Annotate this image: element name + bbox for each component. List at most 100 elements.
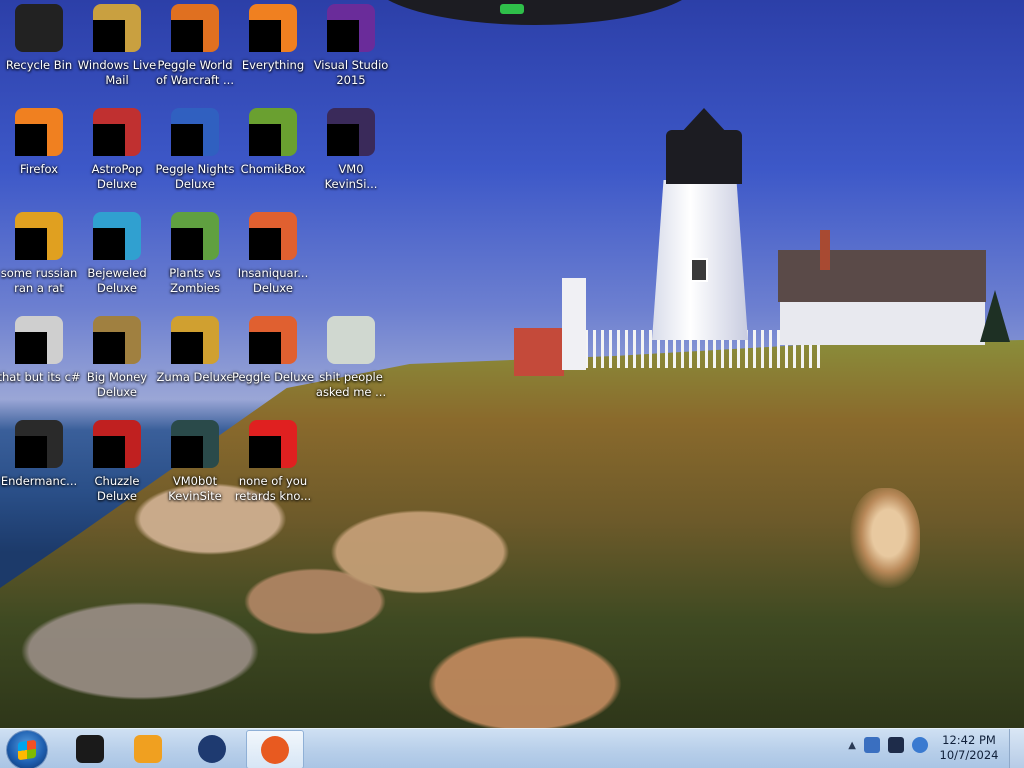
redaction-box xyxy=(171,332,203,364)
app-icon xyxy=(15,4,63,52)
desktop-icon[interactable]: Plants vs Zombies xyxy=(156,212,234,308)
desktop-icon[interactable]: VM0b0t KevinSite xyxy=(156,420,234,516)
app-icon xyxy=(171,420,219,468)
taskbar-button-globe[interactable] xyxy=(184,730,240,767)
desktop-icon[interactable]: shit people asked me ... xyxy=(312,316,390,412)
desktop[interactable]: Recycle Bin Windows Live Mail Peggle World… xyxy=(0,0,1024,768)
hamster-pet[interactable] xyxy=(850,488,920,588)
desktop-icon[interactable]: VM0 KevinSi... xyxy=(312,108,390,204)
app-icon xyxy=(93,4,141,52)
redaction-box xyxy=(15,332,47,364)
wallpaper-small-tower xyxy=(562,278,586,370)
app-icon xyxy=(327,108,375,156)
app-icon xyxy=(171,316,219,364)
top-dock-notch xyxy=(370,0,700,25)
app-icon xyxy=(171,4,219,52)
wallpaper-chimney xyxy=(820,230,830,270)
desktop-icon-label: Firefox xyxy=(19,162,59,176)
chevron-up-icon[interactable]: ▲ xyxy=(848,740,856,751)
desktop-icon-label: Windows Live Mail xyxy=(77,58,157,87)
wallpaper-lighthouse-top xyxy=(666,130,742,184)
system-tray: ▲ xyxy=(848,737,928,753)
desktop-icon[interactable]: Bejeweled Deluxe xyxy=(78,212,156,308)
redaction-box xyxy=(93,20,125,52)
desktop-icon-label: Everything xyxy=(241,58,305,72)
wallpaper-lighthouse-cap xyxy=(680,108,728,134)
top-dock-indicator xyxy=(500,4,524,14)
desktop-icon-label: Zuma Deluxe xyxy=(156,370,234,384)
app-icon xyxy=(15,212,63,260)
desktop-icon[interactable]: ChomikBox xyxy=(234,108,312,204)
system-clock[interactable]: 12:42 PM 10/7/2024 xyxy=(936,733,1002,763)
desktop-icon[interactable]: Peggle Nights Deluxe xyxy=(155,108,235,204)
app-icon xyxy=(93,212,141,260)
app-icon xyxy=(171,108,219,156)
redaction-box xyxy=(327,124,359,156)
desktop-icon[interactable]: Recycle Bin xyxy=(0,4,78,100)
redaction-box xyxy=(249,20,281,52)
redaction-box xyxy=(171,436,203,468)
redaction-box xyxy=(15,124,47,156)
app-icon xyxy=(249,316,297,364)
app-icon xyxy=(249,108,297,156)
desktop-icon[interactable]: AstroPop Deluxe xyxy=(78,108,156,204)
desktop-icon[interactable]: Firefox xyxy=(0,108,78,204)
redaction-box xyxy=(171,20,203,52)
desktop-icon-label: shit people asked me ... xyxy=(315,370,387,399)
folder-icon xyxy=(76,734,104,763)
globe-icon xyxy=(198,734,226,763)
redaction-box xyxy=(249,436,281,468)
desktop-icon[interactable]: none of you retards kno... xyxy=(234,420,312,516)
desktop-icon[interactable]: Windows Live Mail xyxy=(78,4,156,100)
desktop-icon[interactable]: Chuzzle Deluxe xyxy=(78,420,156,516)
desktop-icon-label: Recycle Bin xyxy=(5,58,73,72)
app-icon xyxy=(249,4,297,52)
redaction-box xyxy=(93,228,125,260)
app-icon xyxy=(93,316,141,364)
redaction-box xyxy=(249,332,281,364)
taskbar-button-media-player[interactable] xyxy=(120,730,176,767)
app-icon xyxy=(249,212,297,260)
show-desktop-button[interactable] xyxy=(1009,729,1024,768)
taskbar-button-firefox[interactable] xyxy=(246,730,304,768)
taskbar-button-explorer[interactable] xyxy=(62,730,118,767)
redaction-box xyxy=(249,124,281,156)
desktop-icon[interactable]: Peggle World of Warcraft ... xyxy=(156,4,234,100)
desktop-icon[interactable]: Visual Studio 2015 xyxy=(312,4,390,100)
redaction-box xyxy=(93,436,125,468)
wallpaper-lighthouse-window xyxy=(690,258,708,282)
desktop-icon[interactable]: that but its c# xyxy=(0,316,81,412)
desktop-icon-label: Endermanc... xyxy=(0,474,78,488)
monitor-icon[interactable] xyxy=(888,737,904,753)
desktop-icon[interactable]: some russian ran a rat xyxy=(0,212,78,308)
desktop-icon-label: some russian ran a rat xyxy=(0,266,78,295)
desktop-icon[interactable]: Endermanc... xyxy=(0,420,78,516)
desktop-icon-label: Chuzzle Deluxe xyxy=(94,474,140,503)
firefox-icon xyxy=(261,735,289,764)
desktop-icon[interactable]: Peggle Deluxe xyxy=(232,316,314,412)
media-player-icon xyxy=(134,734,162,763)
redaction-box xyxy=(93,124,125,156)
desktop-icon-label: Peggle Nights Deluxe xyxy=(155,162,235,191)
desktop-icon-label: Peggle Deluxe xyxy=(231,370,315,384)
app-icon xyxy=(171,212,219,260)
desktop-icon-label: Bejeweled Deluxe xyxy=(87,266,147,295)
app-icon xyxy=(93,420,141,468)
wallpaper-house-roof xyxy=(778,250,986,302)
desktop-icon[interactable]: Insaniquar... Deluxe xyxy=(234,212,312,308)
app-icon xyxy=(327,316,375,364)
desktop-icon-label: VM0 KevinSi... xyxy=(324,162,378,191)
desktop-icon[interactable]: Big Money Deluxe xyxy=(78,316,156,412)
desktop-icon[interactable]: Zuma Deluxe xyxy=(156,316,234,412)
desktop-icon-label: ChomikBox xyxy=(240,162,306,176)
desktop-icon-label: that but its c# xyxy=(0,370,81,384)
clock-time: 12:42 PM xyxy=(942,733,996,747)
app-icon xyxy=(93,108,141,156)
desktop-icon[interactable]: Everything xyxy=(234,4,312,100)
redaction-box xyxy=(93,332,125,364)
sync-icon[interactable] xyxy=(912,737,928,753)
network-icon[interactable] xyxy=(864,737,880,753)
start-button[interactable] xyxy=(6,730,48,768)
redaction-box xyxy=(249,228,281,260)
clock-date: 10/7/2024 xyxy=(939,748,999,762)
